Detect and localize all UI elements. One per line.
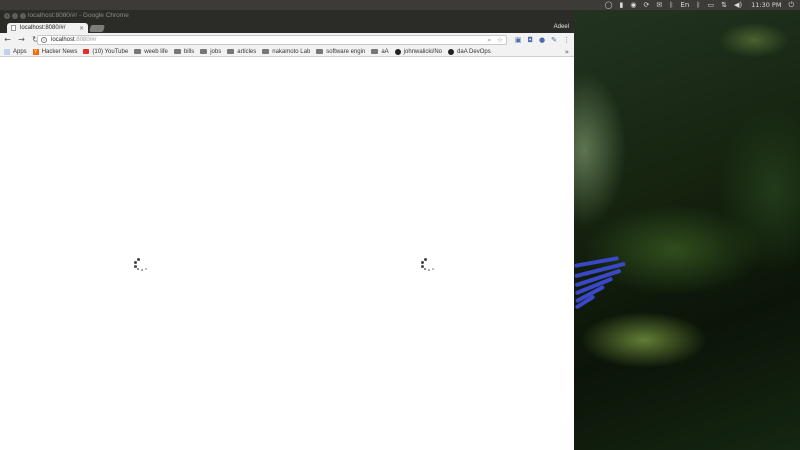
power-icon[interactable]: ⏻	[788, 0, 794, 10]
bluetooth-icon[interactable]: ᛒ	[669, 0, 673, 10]
folder-icon	[134, 49, 142, 54]
close-window-button[interactable]: ×	[4, 13, 10, 19]
bookmark-apps[interactable]: Apps	[4, 48, 27, 55]
folder-icon	[316, 49, 324, 54]
volume-icon[interactable]: ◀)	[734, 0, 742, 10]
network-icon[interactable]: ⇅	[721, 0, 727, 10]
page-icon	[11, 25, 16, 31]
bookmark-folder-weeb-life[interactable]: weeb life	[134, 49, 168, 55]
folder-icon	[371, 49, 379, 54]
folder-icon	[173, 49, 181, 54]
clock[interactable]: 11:30 PM	[751, 0, 781, 10]
back-button[interactable]: ←	[3, 33, 12, 47]
bookmark-github-johnwalicki[interactable]: johnwalicki/No	[394, 48, 443, 55]
profile-button[interactable]: Adeel	[554, 22, 569, 33]
github-icon	[448, 48, 455, 55]
chat-icon[interactable]: ◯	[605, 0, 613, 10]
bookmark-label: nakamoto Lab	[272, 48, 311, 55]
info-icon[interactable]: i	[41, 37, 47, 43]
bookmarks-overflow-button[interactable]: »	[565, 48, 569, 56]
bookmark-star-icon[interactable]: ☆	[497, 36, 503, 45]
bookmark-label: jobs	[210, 48, 222, 55]
bookmark-folder-nakamoto-lab[interactable]: nakamoto Lab	[262, 49, 310, 55]
url-path: :8080/#/	[74, 37, 97, 43]
loading-spinner-icon	[420, 258, 436, 274]
zoom-icon[interactable]: ⌕	[488, 36, 492, 45]
bookmark-label: (10) YouTube	[92, 48, 129, 55]
bookmark-folder-jobs[interactable]: jobs	[200, 49, 221, 55]
bookmark-label: aA	[381, 48, 389, 55]
bookmark-folder-software-engineering[interactable]: software engin	[316, 49, 365, 55]
window-title: localhost:8080/#/ - Google Chrome	[28, 12, 129, 19]
pencil-icon[interactable]: ✎	[551, 36, 557, 44]
sync-icon[interactable]: ⟳	[643, 0, 649, 10]
bookmark-folder-aa[interactable]: aA	[371, 48, 389, 55]
system-top-panel: ◯ ▮ ◉ ⟳ ✉ ᛒ En ᛒ ▭ ⇅ ◀) 11:30 PM ⏻	[0, 0, 800, 10]
bookmark-label: bills	[183, 48, 195, 55]
new-tab-button[interactable]	[89, 25, 105, 32]
extension-k-icon[interactable]: ●	[539, 36, 545, 44]
window-controls: ×	[4, 13, 26, 19]
system-indicators: ◯ ▮ ◉ ⟳ ✉ ᛒ En ᛒ ▭ ⇅ ◀) 11:30 PM ⏻	[605, 0, 794, 10]
desktop-wallpaper	[574, 10, 800, 450]
hacker-news-icon: Y	[32, 48, 39, 55]
youtube-icon	[83, 49, 90, 54]
minimize-window-button[interactable]	[12, 13, 18, 19]
apps-icon	[4, 48, 10, 55]
page-content	[0, 68, 574, 450]
bookmark-folder-bills[interactable]: bills	[173, 48, 195, 55]
bookmark-github-devops[interactable]: daA DevOps	[448, 48, 491, 55]
bookmark-label: Apps	[13, 48, 27, 55]
bookmark-youtube[interactable]: (10) YouTube	[83, 49, 128, 55]
bookmark-label: articles	[237, 48, 257, 55]
folder-icon	[227, 49, 235, 54]
folder-icon	[200, 49, 208, 54]
window-title-bar[interactable]: × localhost:8080/#/ - Google Chrome	[0, 10, 574, 22]
loading-spinner-icon	[133, 258, 149, 274]
bookmark-label: weeb life	[144, 48, 168, 55]
chrome-menu-icon[interactable]: ⋮	[563, 36, 570, 44]
address-bar[interactable]: i localhost :8080/#/ ⌕ ☆	[37, 35, 507, 45]
chrome-icon[interactable]: ◉	[630, 0, 636, 10]
bookmarks-bar: Apps Y Hacker News (10) YouTube weeb lif…	[0, 47, 574, 57]
chrome-window: × localhost:8080/#/ - Google Chrome loca…	[0, 10, 574, 450]
tab-localhost[interactable]: localhost:8080/#/ ×	[7, 23, 88, 33]
bluetooth-icon[interactable]: ᛒ	[696, 0, 700, 10]
github-icon	[394, 48, 401, 55]
omnibox-actions: ⌕ ☆	[488, 36, 503, 45]
bookmark-hacker-news[interactable]: Y Hacker News	[32, 48, 78, 55]
forward-button[interactable]: →	[17, 33, 26, 47]
bookmark-label: software engin	[326, 48, 366, 55]
bookmark-label: Hacker News	[41, 48, 78, 55]
bookmark-label: johnwalicki/No	[403, 48, 443, 55]
battery-icon[interactable]: ▭	[708, 0, 715, 10]
mail-icon[interactable]: ✉	[656, 0, 662, 10]
url-host: localhost	[51, 37, 75, 43]
tab-title: localhost:8080/#/	[20, 25, 66, 31]
pocket-icon[interactable]: ◘	[527, 36, 533, 44]
extension-translate-icon[interactable]: ▣	[515, 36, 522, 44]
camera-icon[interactable]: ▮	[620, 0, 624, 10]
tab-strip: localhost:8080/#/ × Adeel	[0, 22, 574, 33]
maximize-window-button[interactable]	[20, 13, 26, 19]
browser-toolbar: ← → ↻ i localhost :8080/#/ ⌕ ☆ ▣ ◘ ● ✎ ⋮	[0, 33, 574, 47]
folder-icon	[262, 49, 270, 54]
close-tab-icon[interactable]: ×	[79, 25, 84, 32]
bookmark-label: daA DevOps	[457, 48, 491, 55]
keyboard-layout-indicator[interactable]: En	[680, 0, 689, 10]
bookmark-folder-articles[interactable]: articles	[227, 49, 256, 55]
extension-icons: ▣ ◘ ● ✎ ⋮	[515, 33, 570, 47]
